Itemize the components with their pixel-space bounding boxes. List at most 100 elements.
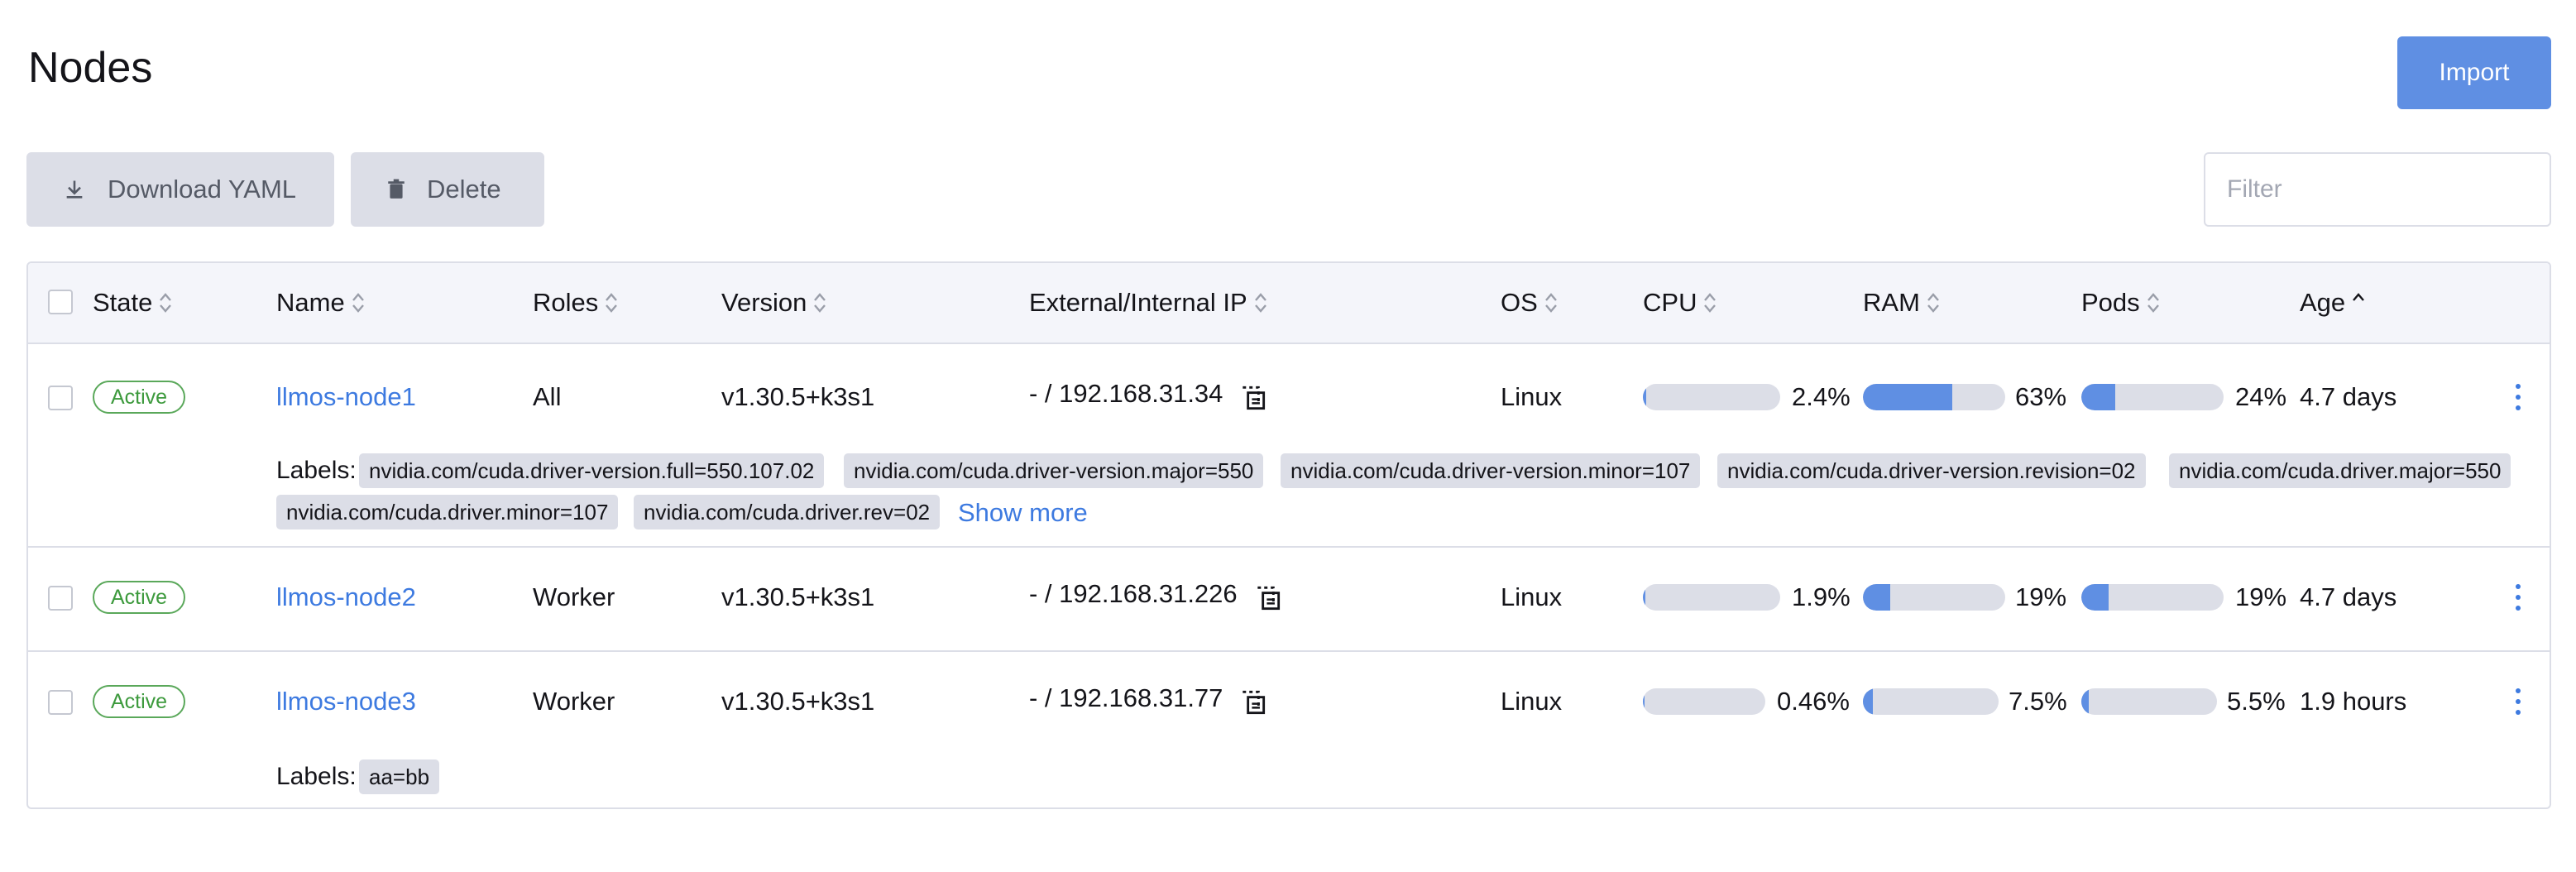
trash-icon	[388, 179, 405, 199]
ram-usage-bar	[1863, 584, 2005, 611]
usage-bar-fill	[2081, 688, 2090, 715]
column-header-pods[interactable]: Pods	[2081, 263, 2162, 343]
page-title: Nodes	[28, 44, 153, 92]
node-ip: - / 192.168.31.77	[1029, 683, 1223, 712]
cpu-usage-bar	[1643, 688, 1765, 715]
usage-bar-fill	[2081, 384, 2116, 410]
sort-icon	[1544, 293, 1557, 313]
node-roles: Worker	[533, 687, 615, 716]
pods-usage-bar	[2081, 688, 2217, 715]
delete-label: Delete	[427, 175, 501, 204]
status-badge: Active	[93, 685, 186, 718]
row-divider	[28, 650, 2550, 652]
node-version: v1.30.5+k3s1	[721, 687, 875, 716]
nodes-table: State Name Roles Version External/Intern…	[26, 261, 2551, 809]
copy-icon[interactable]	[1238, 382, 1269, 414]
status-badge: Active	[93, 381, 186, 414]
node-ip: - / 192.168.31.34	[1029, 379, 1223, 408]
node-age: 1.9 hours	[2300, 687, 2407, 716]
label-chip: nvidia.com/cuda.driver-version.revision=…	[1717, 453, 2146, 488]
sort-icon	[606, 293, 618, 313]
pods-usage-value: 19%	[2235, 582, 2287, 611]
node-os: Linux	[1501, 687, 1563, 716]
label-chip: nvidia.com/cuda.driver.minor=107	[276, 495, 619, 529]
sort-icon	[1704, 293, 1717, 313]
table-header: State Name Roles Version External/Intern…	[28, 263, 2550, 344]
column-header-state[interactable]: State	[93, 263, 174, 343]
node-age: 4.7 days	[2300, 382, 2397, 411]
pods-usage-bar	[2081, 584, 2224, 611]
column-header-os[interactable]: OS	[1501, 263, 1559, 343]
node-os: Linux	[1501, 582, 1563, 611]
label-chip: nvidia.com/cuda.driver.rev=02	[634, 495, 941, 529]
labels-title: Labels:	[276, 457, 357, 484]
row-checkbox[interactable]	[48, 690, 73, 715]
node-os: Linux	[1501, 382, 1563, 411]
show-more-link[interactable]: Show more	[958, 498, 1088, 528]
ram-usage-value: 19%	[2015, 582, 2067, 611]
label-chip: aa=bb	[359, 759, 440, 794]
pods-usage-value: 5.5%	[2227, 687, 2286, 716]
usage-bar-fill	[1643, 584, 1646, 611]
row-checkbox[interactable]	[48, 586, 73, 611]
row-actions-menu-icon[interactable]	[2510, 381, 2526, 414]
column-header-name[interactable]: Name	[276, 263, 366, 343]
ram-usage-value: 63%	[2015, 382, 2067, 411]
column-header-cpu[interactable]: CPU	[1643, 263, 1718, 343]
ram-usage-bar	[1863, 688, 1999, 715]
import-button[interactable]: Import	[2397, 36, 2551, 109]
sort-ascending-icon	[2353, 293, 2365, 301]
pods-usage-bar	[2081, 384, 2224, 410]
row-divider	[28, 546, 2550, 548]
cpu-usage-value: 1.9%	[1792, 582, 1851, 611]
node-age: 4.7 days	[2300, 582, 2397, 611]
row-actions-menu-icon[interactable]	[2510, 685, 2526, 718]
sort-icon	[1254, 293, 1266, 313]
download-yaml-button[interactable]: Download YAML	[26, 152, 334, 227]
node-name-link[interactable]: llmos-node3	[276, 687, 416, 716]
ram-usage-value: 7.5%	[2009, 687, 2067, 716]
usage-bar-fill	[1643, 688, 1645, 715]
sort-icon	[1927, 293, 1939, 313]
node-name-link[interactable]: llmos-node2	[276, 582, 416, 612]
node-roles: All	[533, 382, 562, 411]
delete-button[interactable]: Delete	[351, 152, 544, 227]
usage-bar-fill	[2081, 584, 2109, 611]
usage-bar-fill	[1863, 688, 1874, 715]
sort-icon	[2147, 293, 2159, 313]
copy-icon[interactable]	[1252, 582, 1284, 614]
cpu-usage-bar	[1643, 384, 1780, 410]
cpu-usage-bar	[1643, 584, 1780, 611]
column-header-ip[interactable]: External/Internal IP	[1029, 263, 1269, 343]
sort-icon	[160, 293, 172, 313]
column-header-age[interactable]: Age	[2300, 263, 2367, 343]
row-actions-menu-icon[interactable]	[2510, 581, 2526, 614]
ram-usage-bar	[1863, 384, 2005, 410]
column-header-version[interactable]: Version	[721, 263, 828, 343]
labels-title: Labels:	[276, 763, 357, 790]
node-ip: - / 192.168.31.226	[1029, 579, 1238, 608]
pods-usage-value: 24%	[2235, 382, 2287, 411]
node-name-link[interactable]: llmos-node1	[276, 382, 416, 412]
filter-input[interactable]	[2204, 152, 2551, 227]
download-yaml-label: Download YAML	[108, 175, 297, 204]
copy-icon[interactable]	[1238, 687, 1269, 718]
node-version: v1.30.5+k3s1	[721, 382, 875, 411]
status-badge: Active	[93, 581, 186, 614]
node-version: v1.30.5+k3s1	[721, 582, 875, 611]
usage-bar-fill	[1643, 384, 1646, 410]
label-chip: nvidia.com/cuda.driver-version.major=550	[844, 453, 1264, 488]
sort-icon	[814, 293, 826, 313]
cpu-usage-value: 2.4%	[1792, 382, 1851, 411]
usage-bar-fill	[1863, 384, 1953, 410]
label-chip: nvidia.com/cuda.driver-version.minor=107	[1281, 453, 1701, 488]
label-chip: nvidia.com/cuda.driver-version.full=550.…	[359, 453, 825, 488]
row-checkbox[interactable]	[48, 386, 73, 410]
sort-icon	[352, 293, 364, 313]
column-header-ram[interactable]: RAM	[1863, 263, 1942, 343]
cpu-usage-value: 0.46%	[1777, 687, 1850, 716]
select-all-checkbox[interactable]	[48, 290, 73, 314]
label-chip: nvidia.com/cuda.driver.major=550	[2169, 453, 2511, 488]
column-header-roles[interactable]: Roles	[533, 263, 620, 343]
usage-bar-fill	[1863, 584, 1890, 611]
